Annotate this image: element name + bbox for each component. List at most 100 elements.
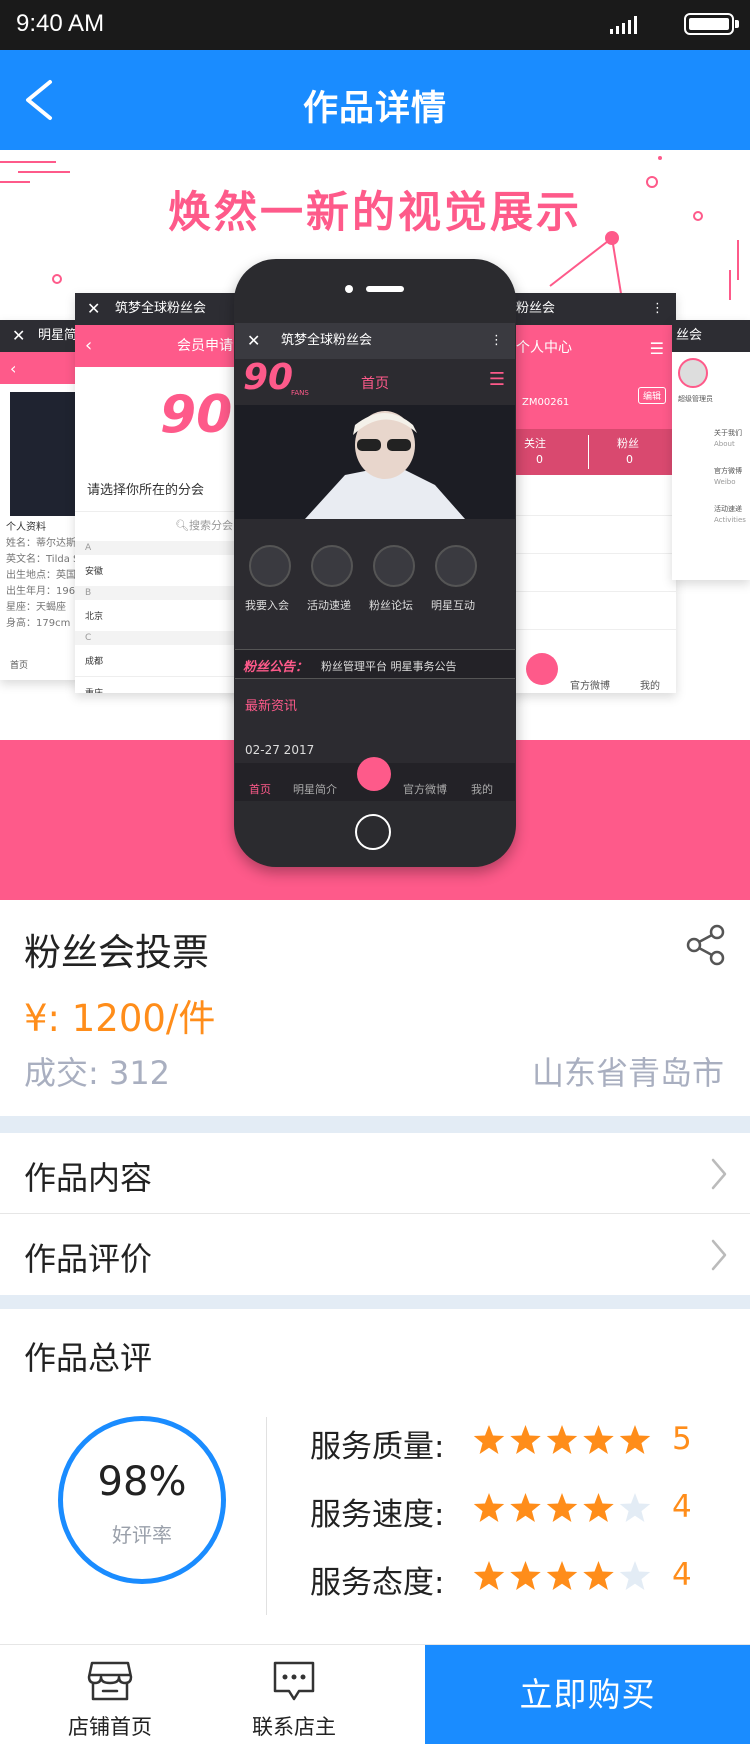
score-label: 服务速度:: [310, 1497, 445, 1533]
menu-item: 活动速递: [714, 505, 742, 513]
store-icon: [87, 1661, 133, 1701]
product-info: 粉丝会投票 ¥: 1200/件 成交: 312 山东省青岛市: [0, 900, 750, 1116]
star-filled-icon: [546, 1493, 578, 1522]
product-title: 粉丝会投票: [24, 931, 209, 974]
rating-divider: [266, 1417, 267, 1615]
profile-line: 姓名：蒂尔达斯: [6, 538, 76, 549]
tab-label: 首页: [249, 783, 271, 796]
star-filled-icon: [473, 1493, 505, 1522]
list-item: 北京: [85, 612, 104, 622]
product-price: ¥: 1200/件: [24, 997, 216, 1040]
tab-label: 我的: [471, 783, 493, 796]
content-row-label: 作品内容: [24, 1159, 153, 1197]
logo: 90: [243, 357, 294, 398]
user-role: 超级管理员: [678, 395, 713, 403]
product-banner[interactable]: 焕然一新的视觉展示 ✕ 明星简介 ‹ 个人资料 姓名：蒂尔达斯 英文名：Tild…: [0, 150, 750, 900]
avatar: [678, 358, 708, 388]
apply-screen-subtitle: 会员申请: [177, 338, 233, 354]
profile-line: 英文名：Tilda S: [6, 554, 80, 565]
bottom-bar: 店铺首页 联系店主 立即购买: [0, 1644, 750, 1744]
close-icon: ✕: [87, 299, 101, 318]
main-screen-title: 筑梦全球粉丝会: [281, 333, 373, 348]
share-icon[interactable]: [686, 924, 726, 966]
star-filled-icon: [510, 1493, 541, 1522]
section-divider: [0, 1295, 750, 1309]
forum-icon: [373, 545, 415, 587]
group-letter: A: [75, 541, 255, 555]
back-icon: ‹: [85, 335, 93, 356]
rating-section: 作品总评 98% 好评率 服务质量: 5 服务速度: 4 服务态度: 4: [0, 1309, 750, 1644]
center-screen-title: 粉丝会: [516, 301, 556, 316]
apply-screen-mockup: ✕ 筑梦全球粉丝会 ‹ 会员申请 90 请选择你所在的分会 🔍︎搜索分会 A 安…: [75, 293, 255, 693]
menu-label: 粉丝论坛: [369, 599, 413, 612]
review-row-label: 作品评价: [24, 1240, 153, 1278]
group-letter: C: [75, 631, 255, 645]
stat-label: 关注: [524, 437, 546, 450]
profile-line: 星座：天蝎座: [6, 602, 66, 613]
profile-line: 出生年月：196: [6, 586, 76, 597]
phone-mockup: ✕ 筑梦全球粉丝会 ⋮ 90 FANS 首页 ☰ 我要入会 活动速递 粉丝论坛 …: [234, 259, 516, 867]
star-filled-icon: [473, 1425, 505, 1454]
menu-item-en: About: [714, 440, 735, 448]
star-filled-icon: [510, 1425, 541, 1454]
status-bar: 9:40 AM: [0, 0, 750, 50]
status-time: 9:40 AM: [16, 10, 105, 37]
tab-label: 官方微博: [570, 681, 610, 692]
section-divider: [0, 1116, 750, 1133]
content-row[interactable]: 作品内容: [0, 1133, 750, 1214]
star-rating: [473, 1493, 651, 1522]
star-empty-icon: [619, 1493, 651, 1522]
join-icon: [249, 545, 291, 587]
profile-line: 出生地点：英国: [6, 570, 76, 581]
list-item: 成都: [85, 657, 104, 667]
contact-seller-button[interactable]: 联系店主: [202, 1645, 386, 1744]
star-filled-icon: [473, 1561, 505, 1590]
menu-label: 活动速递: [307, 599, 351, 612]
menu-item: 关于我们: [714, 429, 742, 437]
menu-icon: ☰: [488, 369, 505, 390]
profile-heading: 个人资料: [6, 522, 46, 533]
star-filled-icon: [583, 1493, 614, 1522]
notice-text: 粉丝管理平台 明星事务公告: [321, 660, 457, 673]
menu-icon: ☰: [649, 339, 664, 358]
star-rating: [473, 1561, 651, 1590]
buy-now-button[interactable]: 立即购买: [425, 1645, 750, 1744]
search-input: 搜索分会: [188, 519, 233, 532]
chat-icon: [273, 1661, 315, 1701]
center-screen-subtitle: 个人中心: [516, 340, 572, 356]
menu-item-en: Activities: [714, 516, 746, 524]
news-date: 02-27 2017: [245, 743, 315, 757]
chevron-right-icon: [711, 1158, 727, 1190]
page-title: 作品详情: [302, 89, 447, 129]
left-screen-mockup: ✕ 明星简介 ‹ 个人资料 姓名：蒂尔达斯 英文名：Tilda S 出生地点：英…: [0, 320, 80, 680]
shop-home-button[interactable]: 店铺首页: [18, 1645, 202, 1744]
hero-photo: [235, 405, 515, 519]
apply-screen-title: 筑梦全球粉丝会: [115, 301, 207, 316]
sold-count: 成交: 312: [24, 1054, 171, 1092]
phone-camera: [345, 285, 353, 293]
activity-icon: [311, 545, 353, 587]
stat-value: 0: [626, 453, 633, 466]
star-filled-icon: [546, 1561, 578, 1590]
stat-value: 0: [536, 453, 543, 466]
star-filled-icon: [546, 1425, 578, 1454]
star-photo: [10, 392, 80, 516]
right-screen-title: 丝会: [676, 328, 703, 343]
review-row[interactable]: 作品评价: [0, 1214, 750, 1295]
score-value: 4: [672, 1557, 692, 1593]
logo-sub: FANS: [291, 389, 309, 397]
main-screen-mockup: ✕ 筑梦全球粉丝会 ⋮ 90 FANS 首页 ☰ 我要入会 活动速递 粉丝论坛 …: [235, 323, 515, 801]
product-location: 山东省青岛市: [531, 1054, 724, 1092]
right-screen-mockup: 丝会 超级管理员 关于我们 About 官方微博 Weibo 活动速递 Acti…: [672, 320, 750, 580]
profile-line: 身高：179cm: [6, 618, 71, 629]
search-icon: 🔍︎: [175, 519, 189, 532]
score-value: 5: [672, 1421, 692, 1457]
shop-home-label: 店铺首页: [68, 1715, 152, 1739]
center-screen-mockup: 粉丝会 ⋮ 个人中心 ☰ 编辑 ZM00261 关注 0 粉丝 0 官方微博 我…: [500, 293, 676, 693]
edit-button: 编辑: [637, 387, 666, 404]
center-tab-icon: [526, 653, 558, 685]
tab-label: 首页: [10, 661, 29, 671]
contact-seller-label: 联系店主: [252, 1715, 336, 1739]
positive-rate-label: 好评率: [112, 1523, 172, 1547]
center-tab-icon: [357, 757, 391, 791]
